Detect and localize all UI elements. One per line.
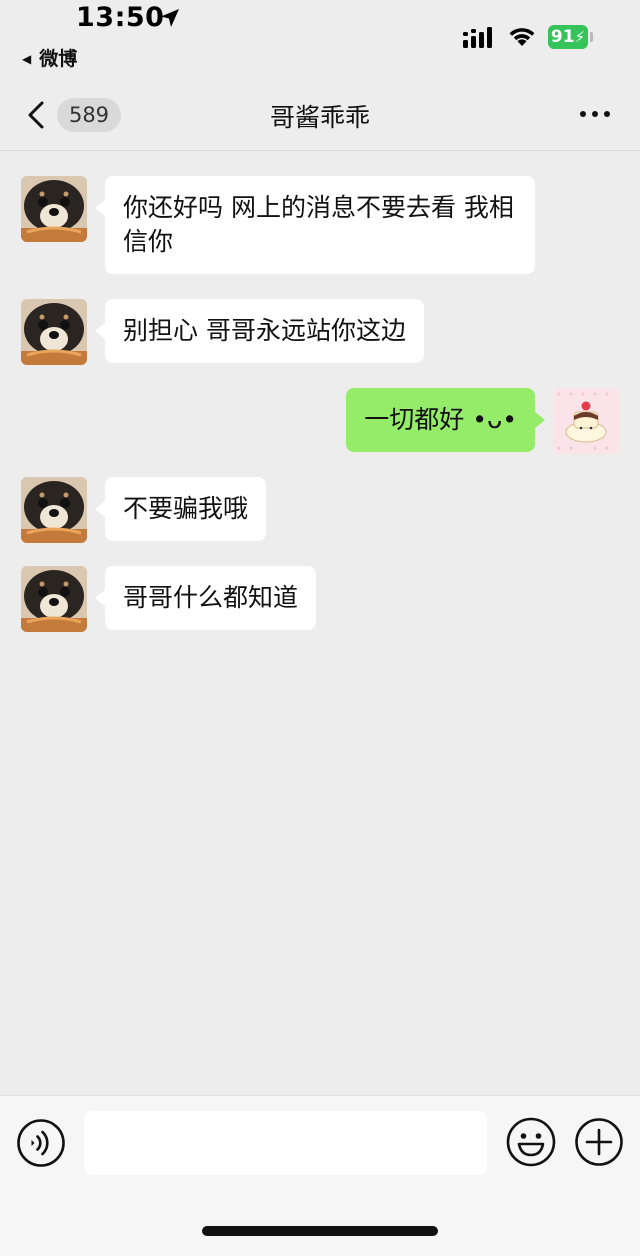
back-triangle-icon: ◀: [22, 52, 32, 66]
plus-circle-icon[interactable]: [574, 1117, 624, 1167]
shiba-dog-avatar[interactable]: [21, 299, 87, 365]
home-indicator[interactable]: [202, 1226, 438, 1236]
location-arrow-icon: [161, 9, 179, 27]
battery-indicator: 91⚡: [548, 25, 588, 49]
shiba-dog-avatar[interactable]: [21, 477, 87, 543]
incoming-message-bubble[interactable]: 不要骗我哦: [94, 477, 267, 541]
incoming-message-bubble[interactable]: 你还好吗 网上的消息不要去看 我相信你: [95, 176, 535, 274]
back-app-label: 微博: [39, 48, 78, 70]
emoji-icon[interactable]: [505, 1116, 557, 1168]
back-to-app-button[interactable]: ◀ 微博: [22, 44, 77, 71]
voice-icon[interactable]: [16, 1118, 66, 1168]
status-bar: 13:50 ◀ 微博 91⚡: [0, 0, 640, 80]
status-time: 13:50: [76, 2, 165, 33]
cake-pudding-avatar[interactable]: [553, 388, 619, 454]
outgoing-message-bubble[interactable]: 一切都好 •ᴗ•: [346, 388, 545, 452]
more-dots-icon[interactable]: [578, 104, 612, 124]
chat-title: 哥酱乖乖: [269, 103, 370, 132]
battery-cap: [590, 32, 593, 42]
shiba-dog-avatar[interactable]: [21, 566, 87, 632]
incoming-message-bubble[interactable]: 别担心 哥哥永远站你这边: [95, 299, 424, 363]
wifi-icon: [509, 28, 535, 46]
chat-screen: 13:50 ◀ 微博 91⚡ 589 哥酱乖乖 你还好吗 网上的消息不要去看 我…: [0, 0, 640, 1256]
incoming-message-bubble[interactable]: 哥哥什么都知道: [94, 566, 317, 630]
message-list[interactable]: 你还好吗 网上的消息不要去看 我相信你 别担心 哥哥永远站你这边 一切都好 •ᴗ…: [0, 151, 640, 1095]
battery-level: 91: [550, 27, 575, 47]
cellular-signal-icon: [463, 27, 492, 48]
charging-bolt-icon: ⚡: [574, 28, 586, 46]
chat-header: 589 哥酱乖乖: [0, 80, 640, 151]
shiba-dog-avatar[interactable]: [21, 176, 87, 242]
message-text-input[interactable]: [84, 1111, 487, 1175]
